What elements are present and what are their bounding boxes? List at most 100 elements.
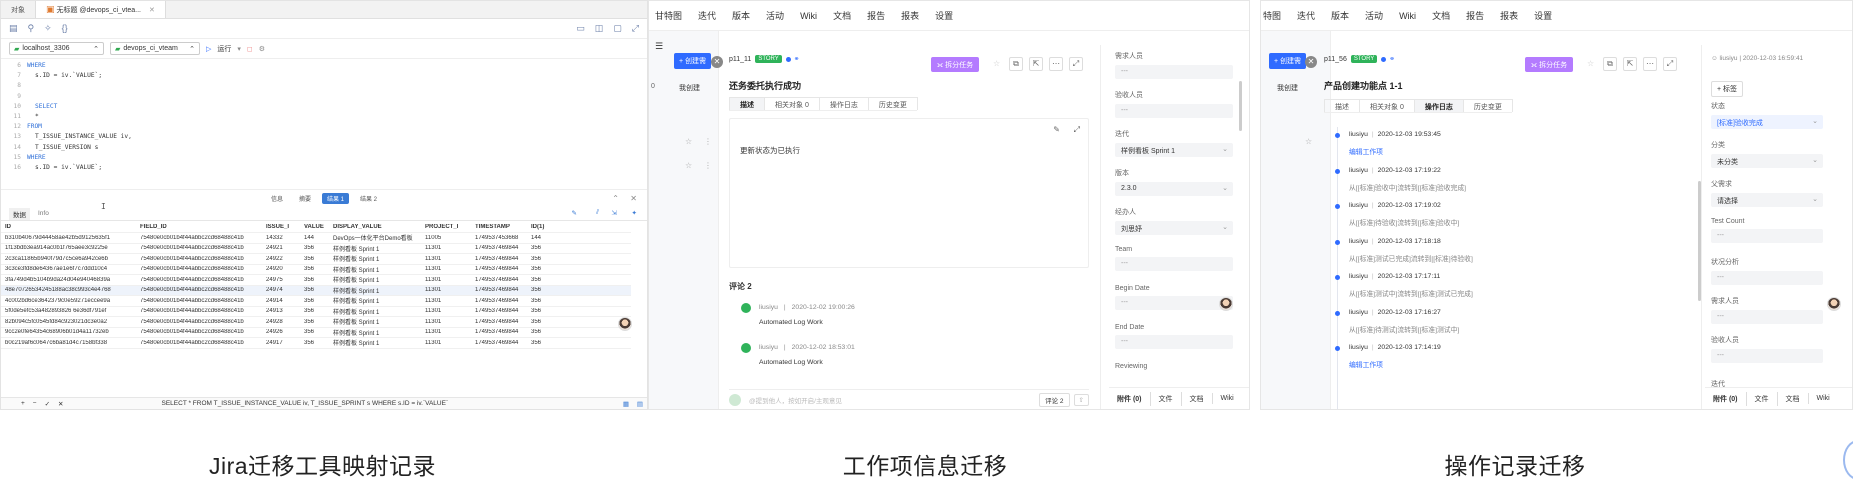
attachment-tab[interactable]: Wiki: [1211, 393, 1242, 404]
fullscreen-icon[interactable]: ⤢: [632, 24, 639, 33]
magic-icon[interactable]: ✧: [44, 24, 52, 33]
more-icon[interactable]: ⋮: [704, 161, 712, 170]
close-results-icon[interactable]: ✕: [630, 194, 637, 203]
field-value[interactable]: ---: [1115, 65, 1233, 79]
column-header[interactable]: ID: [1, 224, 136, 230]
attachment-tab[interactable]: 附件 (0): [1109, 392, 1150, 406]
field-value[interactable]: 2.3.0 ⌄: [1115, 182, 1233, 196]
run-button[interactable]: 运行: [217, 44, 231, 54]
result-tab[interactable]: 摘要: [294, 193, 316, 204]
form-view-icon[interactable]: ▤: [637, 400, 643, 408]
edit-icon[interactable]: ✎: [572, 209, 577, 217]
field-value[interactable]: ---: [1711, 271, 1823, 285]
table-row[interactable]: 5f0de5efc53a482893826 6e36df791ef 75480e0…: [1, 307, 631, 317]
attachment-tab[interactable]: Wiki: [1807, 393, 1838, 404]
field-value[interactable]: ---: [1711, 310, 1823, 324]
stop-icon[interactable]: ◻: [247, 45, 253, 53]
table-row[interactable]: 2c3ca11865b940f79d7c5ce6a942ce6b 75480e0c…: [1, 254, 631, 265]
comment-count-button[interactable]: 评论 2: [1039, 392, 1070, 407]
field-value[interactable]: 刘思妤 ⌄: [1115, 221, 1233, 235]
nav-item[interactable]: 甘特图: [655, 9, 682, 22]
detail-tab[interactable]: 相关对象 0: [764, 97, 820, 110]
panel-icon[interactable]: ▢: [613, 24, 622, 33]
delete-row-icon[interactable]: −: [33, 400, 37, 407]
table-row[interactable]: 9cc2e0fe64354c68906b01d4a11732eb 75480e0c…: [1, 328, 631, 338]
star-icon[interactable]: ☆: [685, 161, 692, 170]
table-row[interactable]: b310b40679d44458ae42b5d9125635f1 75480e0c…: [1, 233, 631, 244]
explain-icon[interactable]: ⚙: [259, 45, 265, 53]
brackets-icon[interactable]: {}: [62, 24, 68, 33]
table-row[interactable]: 82b094c5fc0545fd84c923021dc3e0a2 75480e0c…: [1, 317, 631, 328]
result-tab[interactable]: 结果 1: [322, 193, 350, 204]
field-value[interactable]: 样例看板 Sprint 1 ⌄: [1115, 143, 1233, 157]
column-header[interactable]: PROJECT_I: [421, 224, 471, 230]
detail-tab[interactable]: 描述: [729, 97, 765, 110]
star-icon[interactable]: ☆: [993, 59, 1000, 68]
chart-icon[interactable]: ⫽: [596, 209, 599, 217]
log-description[interactable]: 编辑工作项: [1349, 146, 1675, 156]
column-header[interactable]: TIMESTAMP: [471, 224, 527, 230]
pin-icon[interactable]: ✦: [632, 209, 637, 217]
close-icon[interactable]: ✕: [149, 7, 155, 14]
attachment-tab[interactable]: 文档: [1180, 391, 1212, 406]
nav-item[interactable]: 报告: [1466, 9, 1484, 22]
nav-item[interactable]: 迭代: [698, 9, 716, 22]
tab-data[interactable]: 数据: [9, 207, 30, 220]
tab-info[interactable]: Info: [38, 210, 49, 217]
log-description[interactable]: 编辑工作项: [1349, 359, 1675, 369]
star-icon[interactable]: ☆: [1587, 59, 1594, 68]
field-value[interactable]: ---: [1115, 335, 1233, 349]
export-icon[interactable]: ⇲: [612, 209, 617, 217]
send-icon[interactable]: ⇧: [1073, 393, 1089, 406]
star-icon[interactable]: ☆: [685, 137, 692, 146]
close-icon[interactable]: ✕: [1305, 56, 1317, 68]
split-task-button[interactable]: ⟗ 拆分任务: [1525, 57, 1574, 72]
edit-icon[interactable]: ✎: [1053, 125, 1060, 134]
close-icon[interactable]: ✕: [711, 56, 723, 68]
confirm-icon[interactable]: ✓: [45, 400, 50, 408]
collapse-icon[interactable]: ⌃: [612, 194, 619, 203]
floating-assistant-icon[interactable]: [1843, 440, 1853, 480]
nav-item[interactable]: Wiki: [800, 11, 817, 21]
nav-item[interactable]: 报表: [1500, 9, 1518, 22]
expand-icon[interactable]: ⤢: [1069, 57, 1083, 71]
add-row-icon[interactable]: +: [21, 400, 25, 407]
detail-tab[interactable]: 相关对象 0: [1359, 99, 1415, 112]
column-header[interactable]: FIELD_ID: [136, 224, 262, 230]
tab-objects[interactable]: 对象: [1, 1, 35, 18]
result-tab[interactable]: 信息: [266, 193, 288, 204]
field-value[interactable]: ---: [1115, 257, 1233, 271]
tab-query[interactable]: ▣ 无标题 @devops_ci_vtea... ✕: [35, 1, 166, 18]
save-icon[interactable]: ▤: [9, 24, 18, 33]
copy-icon[interactable]: ⧉: [1009, 57, 1023, 71]
field-value[interactable]: 请选择 ⌄: [1711, 193, 1823, 207]
detail-tab[interactable]: 操作日志: [1413, 99, 1464, 112]
table-row[interactable]: 1f13bdb3ea914ac0b1f765aee3c9225e 75480e0c…: [1, 244, 631, 254]
field-value[interactable]: ---: [1711, 349, 1823, 363]
more-icon[interactable]: ⋯: [1643, 57, 1657, 71]
attachment-tab[interactable]: 文件: [1745, 391, 1777, 406]
field-value[interactable]: 未分类 ⌄: [1711, 154, 1823, 168]
fullscreen-icon[interactable]: ⤢: [1074, 125, 1080, 135]
table-row[interactable]: 48e70726534245188ac38c993c4e4768 75480e0c…: [1, 285, 631, 296]
column-header[interactable]: ISSUE_I: [262, 224, 300, 230]
description-editor[interactable]: ✎ ⤢ 更新状态为已执行: [729, 118, 1089, 268]
link-icon[interactable]: ⚭: [794, 55, 800, 63]
connection-select[interactable]: ▰ localhost_3306 ⌃: [9, 42, 104, 55]
column-header[interactable]: DISPLAY_VALUE: [329, 224, 421, 230]
nav-item[interactable]: 特图: [1263, 9, 1281, 22]
table-row[interactable]: 3c3ce3fd8de64367ae1e6f7c7ddd10c4 75480e0c…: [1, 265, 631, 275]
open-icon[interactable]: ⇱: [1623, 57, 1637, 71]
nav-item[interactable]: 活动: [1365, 9, 1383, 22]
add-tag-button[interactable]: + 标签: [1711, 81, 1744, 97]
field-value[interactable]: ---: [1711, 229, 1823, 243]
nav-item[interactable]: 报表: [901, 9, 919, 22]
field-value[interactable]: ---: [1115, 104, 1233, 118]
grid-view-icon[interactable]: ▦: [623, 400, 629, 408]
field-value[interactable]: [标准]验收完成 ⌄: [1711, 115, 1823, 129]
create-button[interactable]: + 创建需: [674, 53, 712, 69]
detail-tab[interactable]: 历史变更: [867, 97, 918, 110]
open-icon[interactable]: ⇱: [1029, 57, 1043, 71]
field-value[interactable]: ---: [1115, 296, 1233, 310]
more-icon[interactable]: ⋯: [1049, 57, 1063, 71]
